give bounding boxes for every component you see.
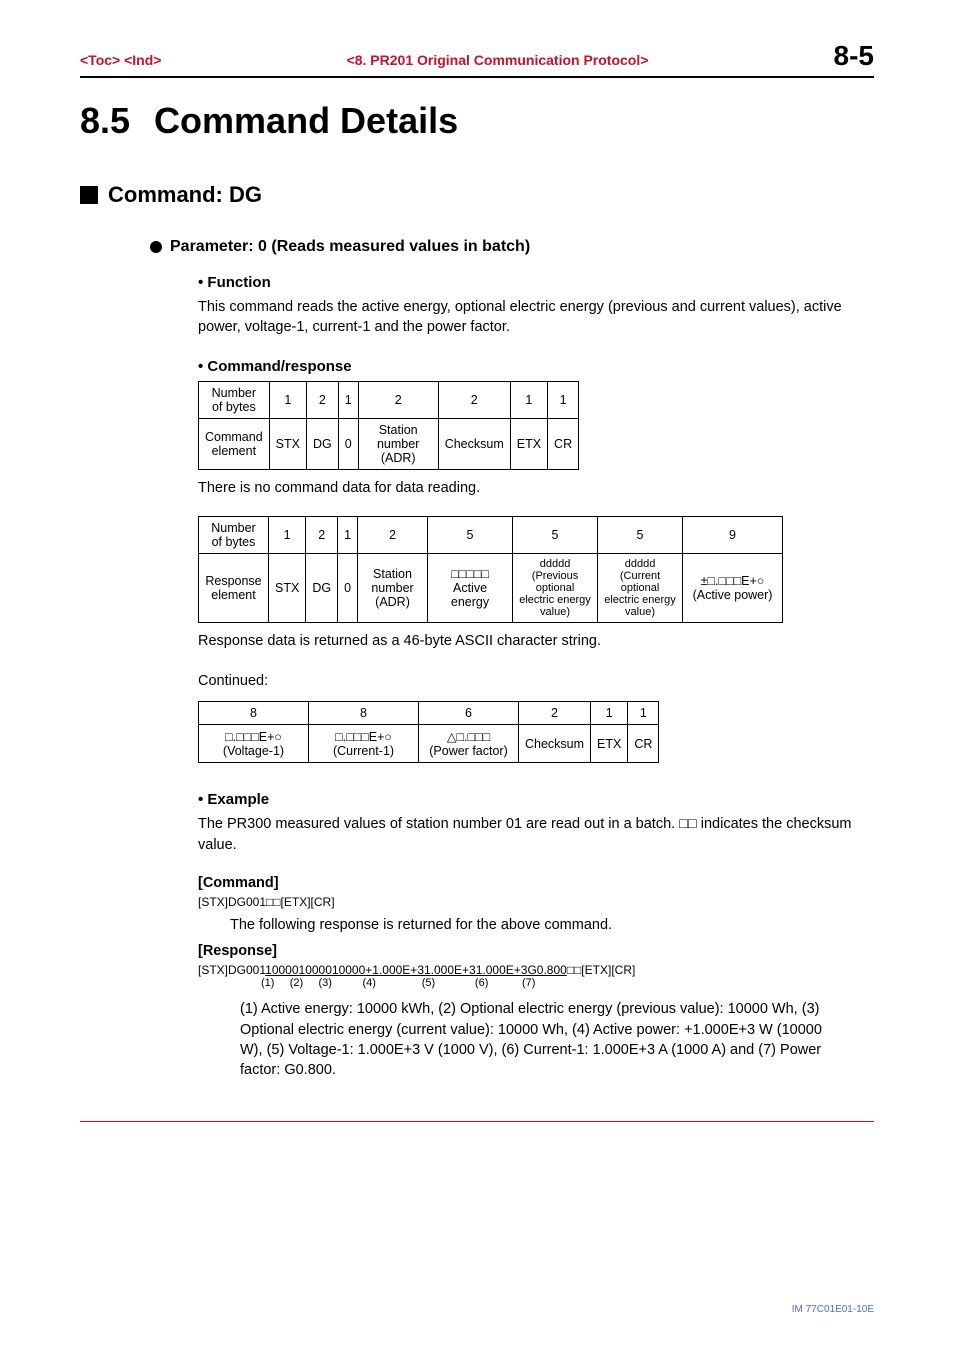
t1-b6: 1 bbox=[510, 381, 547, 418]
section-number: 8.5 bbox=[80, 100, 130, 141]
t1-b5: 2 bbox=[438, 381, 510, 418]
t2-b2: 2 bbox=[306, 516, 338, 553]
response-table: Number of bytes 1 2 1 2 5 5 5 9 Response… bbox=[198, 516, 783, 623]
square-bullet-icon bbox=[80, 186, 98, 204]
doc-id-footer: IM 77C01E01-10E bbox=[792, 1304, 874, 1315]
response-line: [STX]DG001100001000010000+1.000E+31.000E… bbox=[198, 963, 874, 977]
command-line: [STX]DG001□□[ETX][CR] bbox=[198, 895, 874, 909]
following-response-text: The following response is returned for t… bbox=[230, 915, 864, 935]
t2-h-elem: Response element bbox=[199, 553, 269, 622]
t2-e4: Station number (ADR) bbox=[358, 553, 428, 622]
t2-b7: 5 bbox=[598, 516, 683, 553]
t1-e7: CR bbox=[548, 418, 579, 469]
response-label: [Response] bbox=[198, 943, 874, 959]
t1-e3: 0 bbox=[338, 418, 358, 469]
toc-link[interactable]: <Toc> bbox=[80, 52, 120, 68]
t2-b4: 2 bbox=[358, 516, 428, 553]
t2-b1: 1 bbox=[269, 516, 306, 553]
command-table: Number of bytes 1 2 1 2 2 1 1 Command el… bbox=[198, 381, 579, 470]
t2-e6: ddddd (Previous optional electric energy… bbox=[513, 553, 598, 622]
footer-rule bbox=[80, 1121, 874, 1122]
t1-b3: 1 bbox=[338, 381, 358, 418]
t2-b8: 9 bbox=[683, 516, 783, 553]
command-heading: Command: DG bbox=[80, 182, 874, 208]
t3-b5: 1 bbox=[591, 702, 628, 725]
t3-b1: 8 bbox=[199, 702, 309, 725]
t2-e1: STX bbox=[269, 553, 306, 622]
t3-e5: ETX bbox=[591, 725, 628, 763]
t1-e6: ETX bbox=[510, 418, 547, 469]
continued-label: Continued: bbox=[198, 671, 864, 691]
response-46byte-note: Response data is returned as a 46-byte A… bbox=[198, 631, 864, 651]
section-title: 8.5Command Details bbox=[80, 100, 874, 142]
chapter-title: <8. PR201 Original Communication Protoco… bbox=[161, 52, 833, 68]
example-intro: The PR300 measured values of station num… bbox=[198, 814, 864, 855]
t2-b5: 5 bbox=[428, 516, 513, 553]
t2-b6: 5 bbox=[513, 516, 598, 553]
t2-e7: ddddd (Current optional electric energy … bbox=[598, 553, 683, 622]
t1-h-bytes: Number of bytes bbox=[199, 381, 270, 418]
response-explain: (1) Active energy: 10000 kWh, (2) Option… bbox=[240, 999, 834, 1080]
t3-b3: 6 bbox=[419, 702, 519, 725]
t1-e4: Station number (ADR) bbox=[358, 418, 438, 469]
t1-e1: STX bbox=[269, 418, 306, 469]
t3-e4: Checksum bbox=[519, 725, 591, 763]
function-heading: • Function bbox=[198, 274, 874, 291]
t1-b2: 2 bbox=[306, 381, 338, 418]
no-command-data-note: There is no command data for data readin… bbox=[198, 478, 864, 498]
function-text: This command reads the active energy, op… bbox=[198, 297, 864, 338]
t2-e8: ±□.□□□E+○ (Active power) bbox=[683, 553, 783, 622]
parameter-heading: Parameter: 0 (Reads measured values in b… bbox=[150, 238, 874, 256]
t2-e2: DG bbox=[306, 553, 338, 622]
t1-b4: 2 bbox=[358, 381, 438, 418]
t3-e1: □.□□□E+○ (Voltage-1) bbox=[199, 725, 309, 763]
t2-h-bytes: Number of bytes bbox=[199, 516, 269, 553]
t3-b6: 1 bbox=[628, 702, 659, 725]
t1-h-elem: Command element bbox=[199, 418, 270, 469]
dot-bullet-icon bbox=[150, 241, 162, 253]
t3-e2: □.□□□E+○ (Current-1) bbox=[309, 725, 419, 763]
t1-b7: 1 bbox=[548, 381, 579, 418]
t2-e5: □□□□□ Active energy bbox=[428, 553, 513, 622]
t2-e3: 0 bbox=[338, 553, 358, 622]
t1-e5: Checksum bbox=[438, 418, 510, 469]
t3-b4: 2 bbox=[519, 702, 591, 725]
t1-b1: 1 bbox=[269, 381, 306, 418]
t1-e2: DG bbox=[306, 418, 338, 469]
example-heading: • Example bbox=[198, 791, 874, 808]
command-label: [Command] bbox=[198, 875, 874, 891]
t3-e6: CR bbox=[628, 725, 659, 763]
t3-e3: △□.□□□ (Power factor) bbox=[419, 725, 519, 763]
response-cont-table: 8 8 6 2 1 1 □.□□□E+○ (Voltage-1) □.□□□E+… bbox=[198, 701, 659, 763]
page-number: 8-5 bbox=[834, 40, 874, 72]
header-rule bbox=[80, 76, 874, 78]
response-ref-numbers: (1) (2) (3) (4) (5) (6) (7) bbox=[261, 977, 874, 989]
t3-b2: 8 bbox=[309, 702, 419, 725]
command-response-heading: • Command/response bbox=[198, 358, 874, 375]
t2-b3: 1 bbox=[338, 516, 358, 553]
ind-link[interactable]: <Ind> bbox=[124, 52, 161, 68]
